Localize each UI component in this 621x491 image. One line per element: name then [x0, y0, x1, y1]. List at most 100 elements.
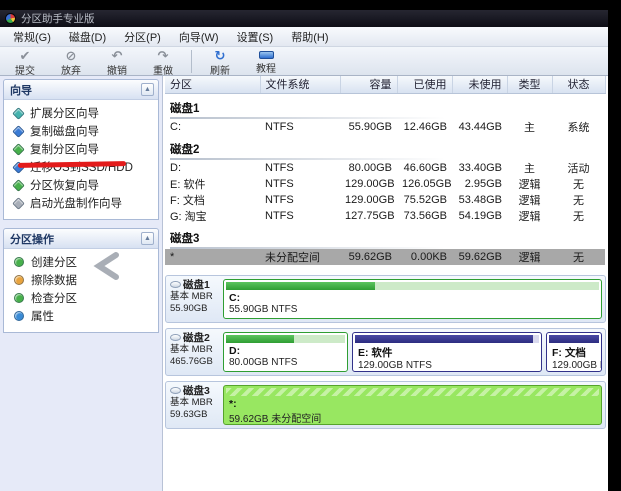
table-cell: 逻辑 [518, 178, 541, 191]
disk-icon [170, 387, 181, 394]
toolbar-button-label: 教程 [256, 64, 276, 75]
toolbar-button-undo[interactable]: ↶ 撤销 [94, 48, 140, 77]
disk-type-label: 基本 MBR [170, 291, 213, 303]
toolbar-button-label: 重做 [153, 66, 173, 77]
column-header[interactable]: 分区 [165, 76, 261, 94]
disk-group-name: 磁盘3 [170, 232, 200, 245]
toolbar-button-redo[interactable]: ↷ 重做 [140, 48, 186, 77]
wizard-item-list: 扩展分区向导 复制磁盘向导 复制分区向导 迁移OS到SSD/HDD 分区恢复向导 启动光盘… [4, 100, 158, 219]
menu-item-5[interactable]: 设置(S) [228, 27, 283, 47]
table-cell: 127.75GB [345, 209, 395, 222]
used-space-bar [226, 334, 345, 343]
sidebar-item-create-partition[interactable]: 创建分区 [6, 253, 156, 271]
sidebar-item-label: 创建分区 [31, 257, 77, 269]
table-cell: 无 [573, 210, 584, 223]
partition-table: 分区 文件系统 容量 已使用 未使用 类型 状态 磁盘1 C: NTFS 55.90GB 12.46G… [165, 76, 606, 265]
disk-band-label[interactable]: 磁盘2 基本 MBR 465.76GB [166, 329, 220, 375]
table-cell: 55.90GB [348, 120, 392, 133]
table-cell: 12.46GB [403, 120, 447, 133]
table-cell: 129.00GB [345, 177, 395, 190]
used-space-fill [226, 334, 294, 343]
toolbar-button-discard[interactable]: ⊘ 放弃 [48, 48, 94, 77]
toolbar-button-label: 刷新 [210, 66, 230, 77]
table-cell: D: [170, 161, 181, 174]
disk-band-label[interactable]: 磁盘3 基本 MBR 59.63GB [166, 382, 220, 428]
table-cell: 主 [524, 121, 535, 134]
wizard-panel-header: 向导 ▲ [4, 80, 158, 100]
window-title: 分区助手专业版 [21, 13, 95, 25]
collapse-icon[interactable]: ▲ [141, 83, 154, 96]
toolbar-button-commit[interactable]: ✔ 提交 [2, 48, 48, 77]
sidebar-item-label: 检查分区 [31, 293, 77, 305]
partition-block[interactable]: *: 59.62GB 未分配空间 [223, 384, 602, 425]
table-row[interactable]: * 未分配空间 59.62GB 0.00KB 59.62GB 逻辑无 [165, 248, 605, 265]
column-header[interactable]: 状态 [552, 76, 606, 94]
table-cell: 59.62GB [452, 248, 507, 265]
menu-item-3[interactable]: 分区(P) [115, 27, 170, 47]
sidebar-item-copy-partition-wizard[interactable]: 复制分区向导 [6, 140, 156, 158]
column-header[interactable]: 容量 [340, 76, 398, 94]
partition-block-list: D: 80.00GB NTFS E: 软件 129.00GB NTFS F: 文档 129… [220, 329, 605, 375]
wizard-panel-title: 向导 [10, 84, 32, 97]
operations-panel: 分区操作 ▲ 创建分区擦除数据检查分区属性 [3, 228, 159, 333]
used-space-bar [226, 387, 599, 396]
sidebar-item-label: 启动光盘制作向导 [30, 198, 122, 210]
app-logo-icon [5, 13, 16, 24]
operations-item-list: 创建分区擦除数据检查分区属性 [4, 249, 158, 332]
disk-type-label: 基本 MBR [170, 397, 213, 409]
sidebar-item-copy-disk-wizard[interactable]: 复制磁盘向导 [6, 122, 156, 140]
collapse-icon[interactable]: ▲ [141, 232, 154, 245]
table-cell: 未分配空间 [260, 248, 340, 265]
partition-block[interactable]: E: 软件 129.00GB NTFS [352, 331, 542, 372]
disk-band: 磁盘3 基本 MBR 59.63GB *: 59.62GB 未分配空间 [165, 380, 606, 429]
table-cell: 0.00KB [397, 248, 452, 265]
partition-block[interactable]: D: 80.00GB NTFS [223, 331, 348, 372]
table-row[interactable]: G: 淘宝 NTFS 127.75GB 73.56GB 54.19GB 逻辑 无 [165, 208, 605, 224]
disk-band-label[interactable]: 磁盘1 基本 MBR 55.90GB [166, 276, 220, 322]
sidebar-item-partition-recovery-wizard[interactable]: 分区恢复向导 [6, 176, 156, 194]
table-row[interactable]: E: 软件 NTFS 129.00GB 126.05GB 2.95GB 逻辑 无 [165, 176, 605, 192]
menu-item-1[interactable]: 常规(G) [4, 27, 60, 47]
screenshot-root: { "window": { "title": "分区助手专业版" }, "men… [0, 0, 621, 491]
disk-icon [170, 334, 181, 341]
sidebar-item-boot-cd-wizard[interactable]: 启动光盘制作向导 [6, 194, 156, 212]
partition-block[interactable]: F: 文档129.00GB NTFS [546, 331, 602, 372]
sidebar-item-label: 复制磁盘向导 [30, 126, 99, 138]
partition-label: E: 软件 [358, 346, 393, 359]
toolbar-button-label: 放弃 [61, 66, 81, 77]
partition-block-list: *: 59.62GB 未分配空间 [220, 382, 605, 428]
toolbar-button-label: 撤销 [107, 66, 127, 77]
table-cell: 75.52GB [403, 193, 447, 206]
menubar: 常规(G) 磁盘(D) 分区(P) 向导(W) 设置(S) 帮助(H) [0, 27, 608, 47]
properties-icon [14, 311, 24, 321]
refresh-icon: ↻ [214, 48, 226, 63]
table-cell: F: 文档 [170, 194, 205, 207]
sidebar-item-properties[interactable]: 属性 [6, 307, 156, 325]
toolbar-button-refresh[interactable]: ↻ 刷新 [197, 48, 243, 77]
menu-item-2[interactable]: 磁盘(D) [60, 27, 115, 47]
partition-label: D: [229, 344, 241, 357]
sidebar-item-extend-partition-wizard[interactable]: 扩展分区向导 [6, 104, 156, 122]
redo-icon: ↷ [157, 48, 169, 63]
table-cell: * [165, 248, 260, 265]
table-row[interactable]: F: 文档 NTFS 129.00GB 75.52GB 53.48GB 逻辑 无 [165, 192, 605, 208]
wipe-data-icon [14, 275, 24, 285]
column-header[interactable]: 类型 [507, 76, 553, 94]
column-header[interactable]: 未使用 [452, 76, 508, 94]
toolbar-button-tutorial[interactable]: 教程 [243, 48, 289, 75]
sidebar-item-wipe-data[interactable]: 擦除数据 [6, 271, 156, 289]
partition-info: 59.62GB 未分配空间 [229, 413, 322, 425]
menu-item-4[interactable]: 向导(W) [170, 27, 228, 47]
used-space-bar [355, 334, 539, 343]
table-row[interactable]: C: NTFS 55.90GB 12.46GB 43.44GB 主 系统 [165, 119, 605, 135]
menu-item-6[interactable]: 帮助(H) [282, 27, 337, 47]
column-header[interactable]: 文件系统 [260, 76, 341, 94]
partition-info: 129.00GB NTFS [552, 359, 601, 371]
partition-block[interactable]: C: 55.90GB NTFS [223, 278, 602, 319]
column-header[interactable]: 已使用 [397, 76, 453, 94]
sidebar-item-label: 扩展分区向导 [30, 108, 99, 120]
operations-panel-header: 分区操作 ▲ [4, 229, 158, 249]
sidebar-item-check-partition[interactable]: 检查分区 [6, 289, 156, 307]
table-row[interactable]: D: NTFS 80.00GB 46.60GB 33.40GB 主 活动 [165, 160, 605, 176]
toolbar: ✔ 提交 ⊘ 放弃 ↶ 撤销 ↷ 重做 ↻ 刷新 教程 [0, 47, 608, 77]
